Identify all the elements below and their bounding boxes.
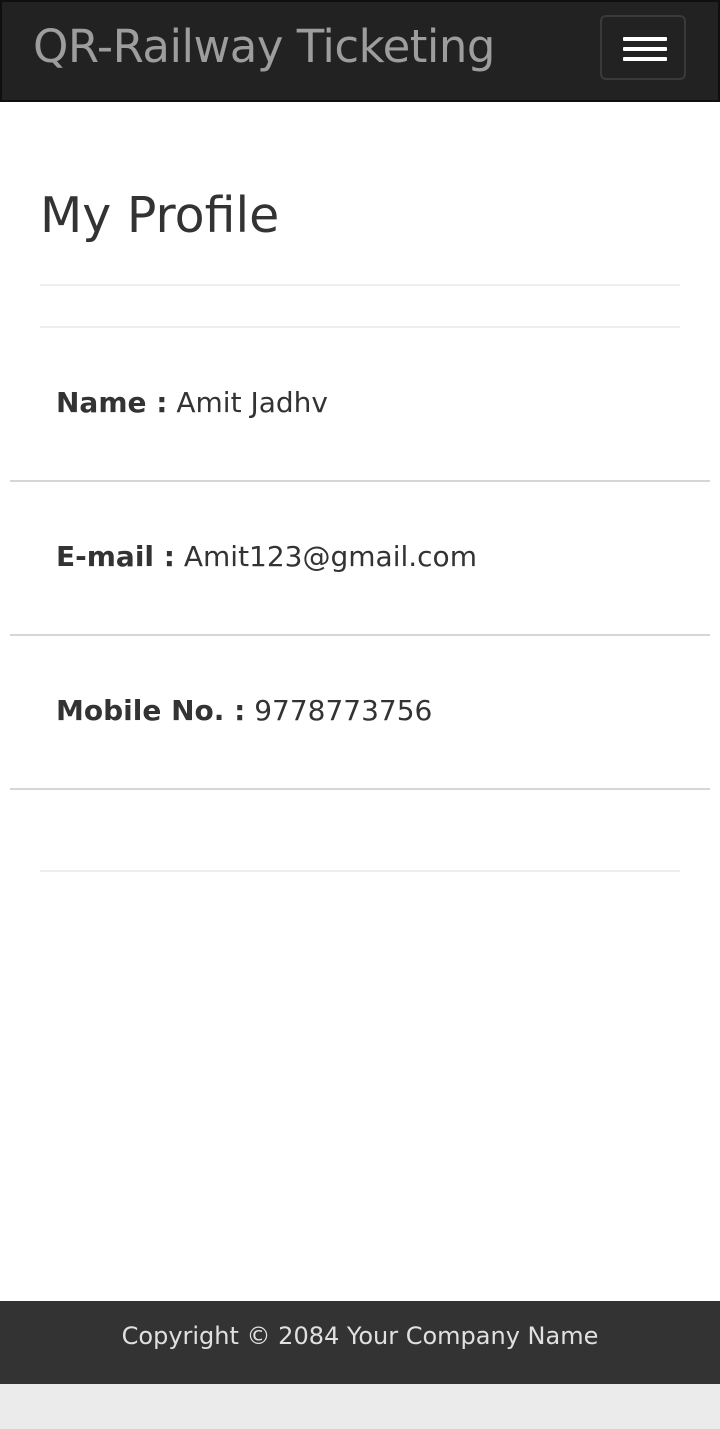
profile-email-row: E-mail : Amit123@gmail.com — [56, 539, 477, 575]
name-value: Amit Jadhv — [167, 386, 328, 419]
hamburger-menu-icon — [623, 57, 667, 61]
page-title: My Profile — [40, 187, 280, 244]
row-divider — [10, 634, 710, 636]
section-divider-top — [40, 326, 680, 328]
section-divider-bottom — [40, 870, 680, 872]
brand-link[interactable]: QR-Railway Ticketing — [33, 18, 496, 76]
profile-content: My Profile Name : Amit Jadhv E-mail : Am… — [0, 102, 720, 1301]
copyright-text: Copyright © 2084 Your Company Name — [121, 1322, 599, 1350]
profile-name-row: Name : Amit Jadhv — [56, 385, 328, 421]
name-label: Name : — [56, 386, 168, 419]
email-label: E-mail : — [56, 540, 175, 573]
profile-mobile-row: Mobile No. : 9778773756 — [56, 693, 432, 729]
top-navbar: QR-Railway Ticketing — [0, 0, 720, 102]
hamburger-menu-icon — [623, 47, 667, 51]
menu-toggle-button[interactable] — [600, 15, 686, 80]
hamburger-menu-icon — [623, 37, 667, 41]
email-value: Amit123@gmail.com — [174, 540, 477, 573]
mobile-label: Mobile No. : — [56, 694, 246, 727]
page-footer: Copyright © 2084 Your Company Name — [0, 1301, 720, 1384]
row-divider — [10, 480, 710, 482]
mobile-value: 9778773756 — [245, 694, 433, 727]
row-divider — [10, 788, 710, 790]
title-divider — [40, 284, 680, 286]
